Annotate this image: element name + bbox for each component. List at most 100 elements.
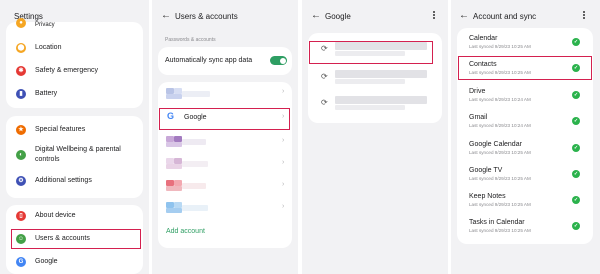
chevron-right-icon: › [282, 137, 285, 144]
check-icon[interactable]: ✓ [572, 91, 580, 99]
check-icon[interactable]: ✓ [572, 117, 580, 125]
check-icon[interactable]: ✓ [572, 144, 580, 152]
sync-row-title: Calendar [469, 35, 498, 42]
account-item[interactable]: › [158, 154, 292, 174]
sync-row-calendar[interactable]: Calendar Last synced 9/29/23 10:25 AM ✓ [457, 28, 593, 54]
settings-item-special-features[interactable]: ★ Special features [6, 123, 143, 137]
check-icon[interactable]: ✓ [572, 222, 580, 230]
sync-row-tasks[interactable]: Tasks in Calendar Last synced 9/29/23 10… [457, 214, 593, 240]
settings-item-label: About device [35, 212, 76, 219]
page-title: Account and sync [473, 12, 537, 21]
account-item[interactable]: › [158, 132, 292, 152]
blur-block [335, 96, 427, 104]
check-icon[interactable]: ✓ [572, 170, 580, 178]
users-accounts-screen: ← Users & accounts Passwords & accounts … [152, 0, 298, 274]
sync-row-google-calendar[interactable]: Google Calendar Last synced 9/29/23 10:2… [457, 136, 593, 162]
blur-block [335, 105, 405, 110]
sync-row-google-tv[interactable]: Google TV Last synced 9/29/23 10:25 AM ✓ [457, 162, 593, 188]
auto-sync-toggle[interactable] [270, 56, 287, 65]
highlight-box [309, 41, 433, 64]
section-label: Passwords & accounts [165, 37, 216, 43]
safety-icon: ✱ [16, 66, 26, 76]
settings-item-label: Battery [35, 90, 58, 97]
blur-block [182, 205, 208, 211]
sync-row-time: Last synced 9/29/23 10:25 AM [469, 176, 531, 181]
blur-block [182, 139, 206, 145]
blur-block [166, 164, 182, 169]
settings-item-additional[interactable]: ⚙ Additional settings [6, 174, 143, 188]
blur-block [166, 142, 182, 147]
blur-block [335, 70, 427, 78]
sync-row-drive[interactable]: Drive Last synced 9/29/23 10:24 AM ✓ [457, 83, 593, 109]
blur-block [182, 91, 210, 97]
sync-row-time: Last synced 9/29/23 10:24 AM [469, 97, 531, 102]
sync-row-title: Tasks in Calendar [469, 219, 525, 226]
back-arrow-icon[interactable]: ← [161, 11, 171, 21]
google-account-row[interactable]: ⟳ [308, 65, 442, 89]
sync-row-time: Last synced 9/29/23 10:24 AM [469, 123, 531, 128]
auto-sync-card: Automatically sync app data [158, 47, 292, 75]
wellbeing-icon: ◐ [16, 150, 26, 160]
sync-row-title: Google Calendar [469, 141, 522, 148]
settings-item-label: Privacy [35, 22, 55, 28]
blur-block [166, 208, 182, 213]
google-accounts-card: ⟳ ⟳ ⟳ [308, 33, 442, 123]
sync-row-time: Last synced 9/29/23 10:25 AM [469, 44, 531, 49]
privacy-icon: ● [16, 18, 26, 28]
google-icon: G [16, 257, 26, 267]
highlight-box [11, 229, 141, 249]
blur-block [166, 94, 182, 99]
more-options-icon[interactable] [583, 11, 586, 20]
star-icon: ★ [16, 125, 26, 135]
settings-item-google[interactable]: G Google [6, 255, 143, 269]
check-icon[interactable]: ✓ [572, 38, 580, 46]
chevron-right-icon: › [282, 181, 285, 188]
check-icon[interactable]: ✓ [572, 196, 580, 204]
settings-item-label: Special features [35, 126, 86, 133]
page-title: Google [325, 12, 351, 21]
sync-row-keep-notes[interactable]: Keep Notes Last synced 9/29/23 10:25 AM … [457, 188, 593, 214]
page-title: Users & accounts [175, 12, 238, 21]
settings-item-location[interactable]: ⬤ Location [6, 41, 143, 55]
account-item[interactable]: › [158, 198, 292, 218]
chevron-right-icon: › [282, 203, 285, 210]
settings-item-privacy[interactable]: ● Privacy [6, 18, 143, 28]
google-screen: ← Google ⟳ ⟳ ⟳ [302, 0, 448, 274]
settings-item-digital-wellbeing[interactable]: ◐ Digital Wellbeing & parental controls [6, 144, 143, 166]
sync-row-time: Last synced 9/29/23 10:25 AM [469, 228, 531, 233]
settings-item-label: Additional settings [35, 177, 92, 184]
add-account-link[interactable]: Add account [166, 228, 205, 235]
sync-icon: ⟳ [321, 98, 328, 107]
sync-icon: ⟳ [321, 72, 328, 81]
more-options-icon[interactable] [433, 11, 436, 20]
sync-row-gmail[interactable]: Gmail Last synced 9/29/23 10:24 AM ✓ [457, 109, 593, 135]
battery-icon: ▮ [16, 89, 26, 99]
settings-item-label: Location [35, 44, 62, 51]
sync-row-time: Last synced 9/29/23 10:25 AM [469, 202, 531, 207]
sync-row-title: Drive [469, 88, 486, 95]
blur-block [166, 186, 182, 191]
back-arrow-icon[interactable]: ← [311, 11, 321, 21]
settings-item-safety[interactable]: ✱ Safety & emergency [6, 64, 143, 78]
sync-row-title: Keep Notes [469, 193, 506, 200]
gear-icon: ⚙ [16, 176, 26, 186]
auto-sync-label: Automatically sync app data [165, 57, 253, 64]
google-account-row[interactable]: ⟳ [308, 91, 442, 115]
sync-list: Calendar Last synced 9/29/23 10:25 AM ✓ … [457, 28, 593, 244]
account-item[interactable]: › [158, 176, 292, 196]
location-icon: ⬤ [16, 43, 26, 53]
settings-item-battery[interactable]: ▮ Battery [6, 87, 143, 101]
settings-item-label: Digital Wellbeing & parental controls [35, 146, 121, 163]
chevron-right-icon: › [282, 88, 285, 95]
back-arrow-icon[interactable]: ← [459, 11, 469, 21]
settings-screen: Settings ● Privacy ⬤ Location ✱ Safety &… [0, 0, 149, 274]
sync-row-time: Last synced 9/29/23 10:25 AM [469, 150, 531, 155]
sync-row-title: Gmail [469, 114, 488, 121]
account-item[interactable]: › [158, 82, 292, 104]
phone-icon: ▯ [16, 211, 26, 221]
chevron-right-icon: › [282, 159, 285, 166]
settings-item-about-device[interactable]: ▯ About device [6, 209, 143, 223]
blur-block [335, 79, 405, 84]
settings-item-label: Google [35, 258, 58, 265]
blur-block [182, 161, 208, 167]
